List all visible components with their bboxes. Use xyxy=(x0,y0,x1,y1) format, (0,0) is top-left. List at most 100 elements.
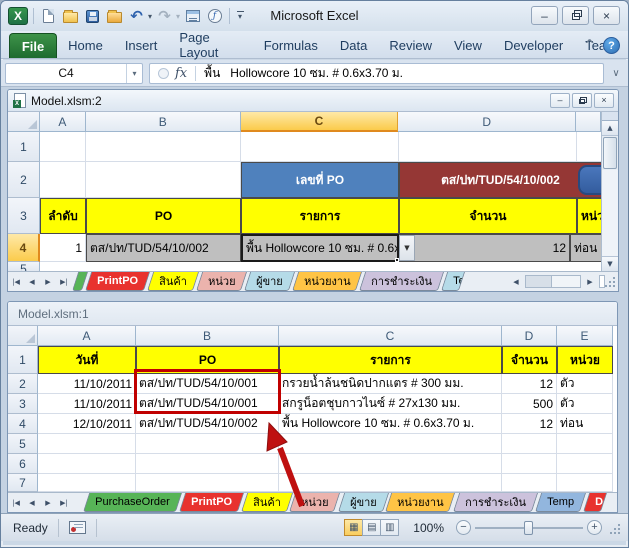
new-window-button[interactable] xyxy=(183,7,202,26)
scrollbar-track[interactable] xyxy=(602,170,618,256)
fx-icon[interactable]: fx xyxy=(175,66,187,81)
new-document-button[interactable] xyxy=(39,7,58,26)
col-header-A[interactable]: A xyxy=(40,112,86,132)
next-sheet-button[interactable]: ▶ xyxy=(40,272,56,291)
select-all-corner[interactable] xyxy=(8,112,40,132)
zoom-slider-thumb[interactable] xyxy=(524,521,533,535)
cell-D1-qty-header[interactable]: จำนวน xyxy=(502,346,557,374)
row-header-2[interactable]: 2 xyxy=(8,374,38,394)
cell-D3-header[interactable]: จำนวน xyxy=(399,198,577,234)
cell-A5[interactable] xyxy=(38,434,136,454)
split-handle[interactable] xyxy=(602,112,618,121)
tab-home[interactable]: Home xyxy=(57,32,114,58)
scrollbar-thumb[interactable] xyxy=(603,137,617,169)
save-button[interactable] xyxy=(83,7,102,26)
restore-button[interactable] xyxy=(572,93,592,108)
first-sheet-button[interactable]: |◀ xyxy=(8,493,24,512)
cell-C5[interactable] xyxy=(279,434,502,454)
cell-B2[interactable]: ตส/ปท/TUD/54/10/001 xyxy=(136,374,279,394)
col-header-A[interactable]: A xyxy=(38,326,136,346)
last-sheet-button[interactable]: ▶| xyxy=(56,272,72,291)
cell-E1[interactable] xyxy=(577,132,602,162)
tab-scroll-left[interactable]: ◀ xyxy=(508,278,524,286)
page-break-view-button[interactable]: ▥ xyxy=(380,519,399,536)
row-header-2[interactable]: 2 xyxy=(8,162,40,198)
row-header-4[interactable]: 4 xyxy=(8,414,38,434)
next-sheet-button[interactable]: ▶ xyxy=(40,493,56,512)
close-file-button[interactable] xyxy=(105,7,124,26)
sheet-tab-payment[interactable]: การชำระเงิน xyxy=(453,493,538,512)
col-header-B[interactable]: B xyxy=(136,326,279,346)
col-header-D[interactable]: D xyxy=(398,112,576,132)
tab-data[interactable]: Data xyxy=(329,32,378,58)
cell-E3-header-partial[interactable]: หน่วย xyxy=(577,198,602,234)
cell-C1-item-header[interactable]: รายการ xyxy=(279,346,502,374)
sheet-tab-payment[interactable]: การชำระเงิน xyxy=(359,272,444,291)
minimize-button[interactable]: – xyxy=(550,93,570,108)
excel-logo-icon[interactable]: X xyxy=(8,7,28,25)
close-button[interactable]: × xyxy=(593,6,620,25)
row-header-3[interactable]: 3 xyxy=(8,394,38,414)
customize-qat-button[interactable]: ▾ xyxy=(237,11,244,21)
cell-C6[interactable] xyxy=(279,454,502,474)
cell-A1[interactable] xyxy=(40,132,86,162)
cell-B7[interactable] xyxy=(136,474,279,492)
formula-input-area[interactable]: fx พื้น Hollowcore 10 ซม. # 0.6x3.70 ม. xyxy=(149,63,604,84)
row-header-1[interactable]: 1 xyxy=(8,346,38,374)
prev-sheet-button[interactable]: ◀ xyxy=(24,493,40,512)
name-box-dropdown[interactable]: ▾ xyxy=(126,64,142,83)
cell-A6[interactable] xyxy=(38,454,136,474)
cell-E5[interactable] xyxy=(557,434,613,454)
row-header-5[interactable]: 5 xyxy=(8,434,38,454)
cell-D2-po-number[interactable]: ตส/ปท/TUD/54/10/002 xyxy=(399,162,602,198)
cell-C4[interactable]: พื้น Hollowcore 10 ซม. # 0.6x3.70 ม. xyxy=(279,414,502,434)
col-header-C-selected[interactable]: C xyxy=(241,112,399,132)
row-header-6[interactable]: 6 xyxy=(8,454,38,474)
redo-button[interactable]: ↷ xyxy=(155,7,174,26)
cell-A4[interactable]: 1 xyxy=(40,234,86,262)
first-sheet-button[interactable]: |◀ xyxy=(8,272,24,291)
zoom-level[interactable]: 100% xyxy=(413,521,444,535)
tab-split-handle[interactable] xyxy=(599,275,605,288)
sheet-tab-temp[interactable]: Temp xyxy=(535,493,586,512)
cell-E2[interactable]: ตัว xyxy=(557,374,613,394)
sheet-tab-departments[interactable]: หน่วยงาน xyxy=(385,493,456,512)
cell-E1-unit-header[interactable]: หน่วย xyxy=(557,346,613,374)
cell-A7[interactable] xyxy=(38,474,136,492)
page-layout-view-button[interactable]: ▤ xyxy=(362,519,381,536)
cell-B2[interactable] xyxy=(86,162,241,198)
row-header-7[interactable]: 7 xyxy=(8,474,38,492)
resize-grip[interactable] xyxy=(606,275,616,288)
sheet-tab-printpo[interactable]: PrintPO xyxy=(179,493,244,512)
cell-D4[interactable]: 12 xyxy=(502,414,557,434)
sheet-tab-temp-partial[interactable]: Temp xyxy=(441,272,465,291)
redo-dropdown[interactable]: ▾ xyxy=(176,12,180,21)
cell-E4-partial[interactable]: ท่อน xyxy=(570,234,602,262)
vertical-scrollbar[interactable]: ▲ ▼ xyxy=(601,112,618,271)
cell-D1[interactable] xyxy=(399,132,577,162)
sheet-tab-departments[interactable]: หน่วยงาน xyxy=(292,272,363,291)
sheet-tab-vendors[interactable]: ผู้ขาย xyxy=(338,493,389,512)
cell-D7[interactable] xyxy=(502,474,557,492)
sheet-tab-vendors[interactable]: ผู้ขาย xyxy=(244,272,295,291)
cell-C7[interactable] xyxy=(279,474,502,492)
sheet-tab-units[interactable]: หน่วย xyxy=(196,272,248,291)
zoom-out-button[interactable]: − xyxy=(456,520,471,535)
expand-formula-bar-icon[interactable]: ∨ xyxy=(608,63,624,84)
child-window-titlebar[interactable]: Model.xlsm:2 – × xyxy=(8,90,618,112)
sheet-tab-printpo[interactable]: PrintPO xyxy=(85,272,150,291)
undo-button[interactable]: ↶ xyxy=(127,7,146,26)
last-sheet-button[interactable]: ▶| xyxy=(56,493,72,512)
sheet-tab-products[interactable]: สินค้า xyxy=(147,272,199,291)
sheet-tab-d-partial[interactable]: D xyxy=(582,493,606,512)
sheet-tab-units[interactable]: หน่วย xyxy=(289,493,341,512)
minimize-ribbon-icon[interactable]: ^ xyxy=(584,38,595,53)
col-header-D[interactable]: D xyxy=(502,326,557,346)
undo-dropdown[interactable]: ▾ xyxy=(148,12,152,21)
minimize-button[interactable]: – xyxy=(531,6,558,25)
cell-D4[interactable]: 12 xyxy=(399,234,570,262)
child-window-titlebar[interactable]: Model.xlsm:1 xyxy=(8,302,617,326)
cell-E7[interactable] xyxy=(557,474,613,492)
cell-D6[interactable] xyxy=(502,454,557,474)
cell-B1-po-header[interactable]: PO xyxy=(136,346,279,374)
